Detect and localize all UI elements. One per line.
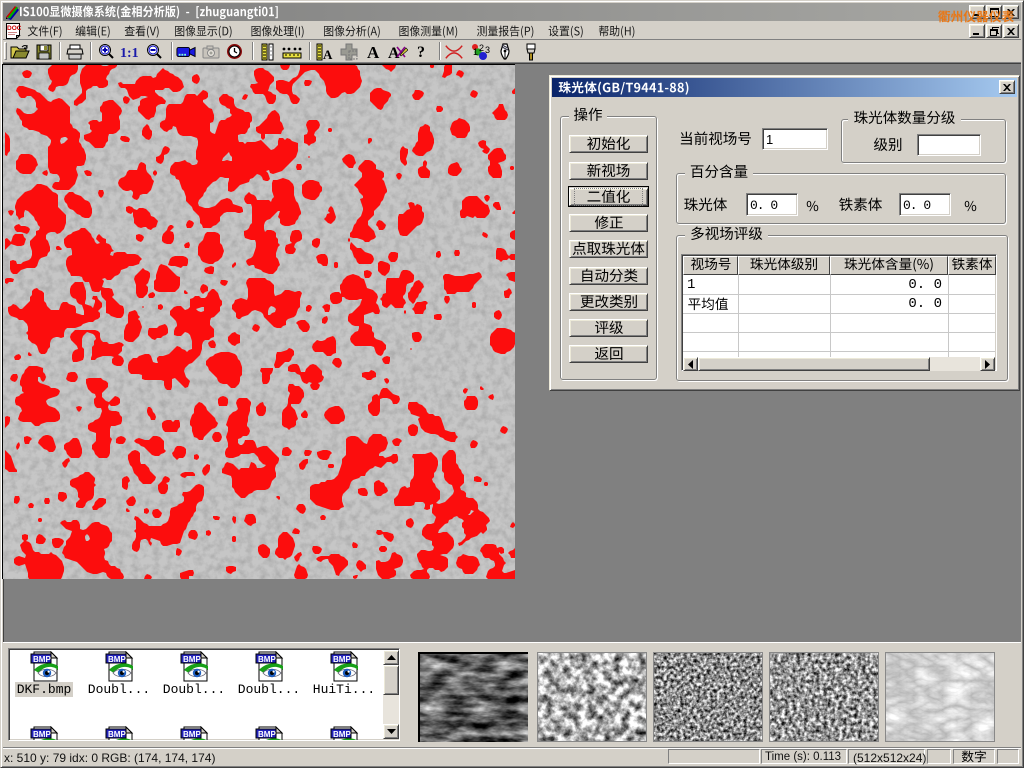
svg-text:BMP: BMP	[333, 655, 351, 664]
svg-text:BMP: BMP	[183, 655, 201, 664]
svg-text:DOC: DOC	[7, 25, 21, 32]
svg-text:A: A	[367, 44, 380, 60]
svg-text:BMP: BMP	[108, 655, 126, 664]
svg-text:1: 1	[473, 47, 478, 57]
svg-text:BMP: BMP	[333, 730, 351, 739]
svg-text:BMP: BMP	[183, 730, 201, 739]
svg-text:A: A	[323, 47, 333, 61]
svg-text:BMP: BMP	[258, 730, 276, 739]
svg-text:BMP: BMP	[33, 655, 51, 664]
svg-text:2: 2	[479, 43, 484, 53]
svg-text:3: 3	[485, 45, 490, 55]
svg-text:BMP: BMP	[33, 730, 51, 739]
svg-text:1:1: 1:1	[120, 46, 139, 59]
svg-text:BMP: BMP	[258, 655, 276, 664]
svg-text:?: ?	[417, 44, 425, 60]
svg-text:BMP: BMP	[108, 730, 126, 739]
